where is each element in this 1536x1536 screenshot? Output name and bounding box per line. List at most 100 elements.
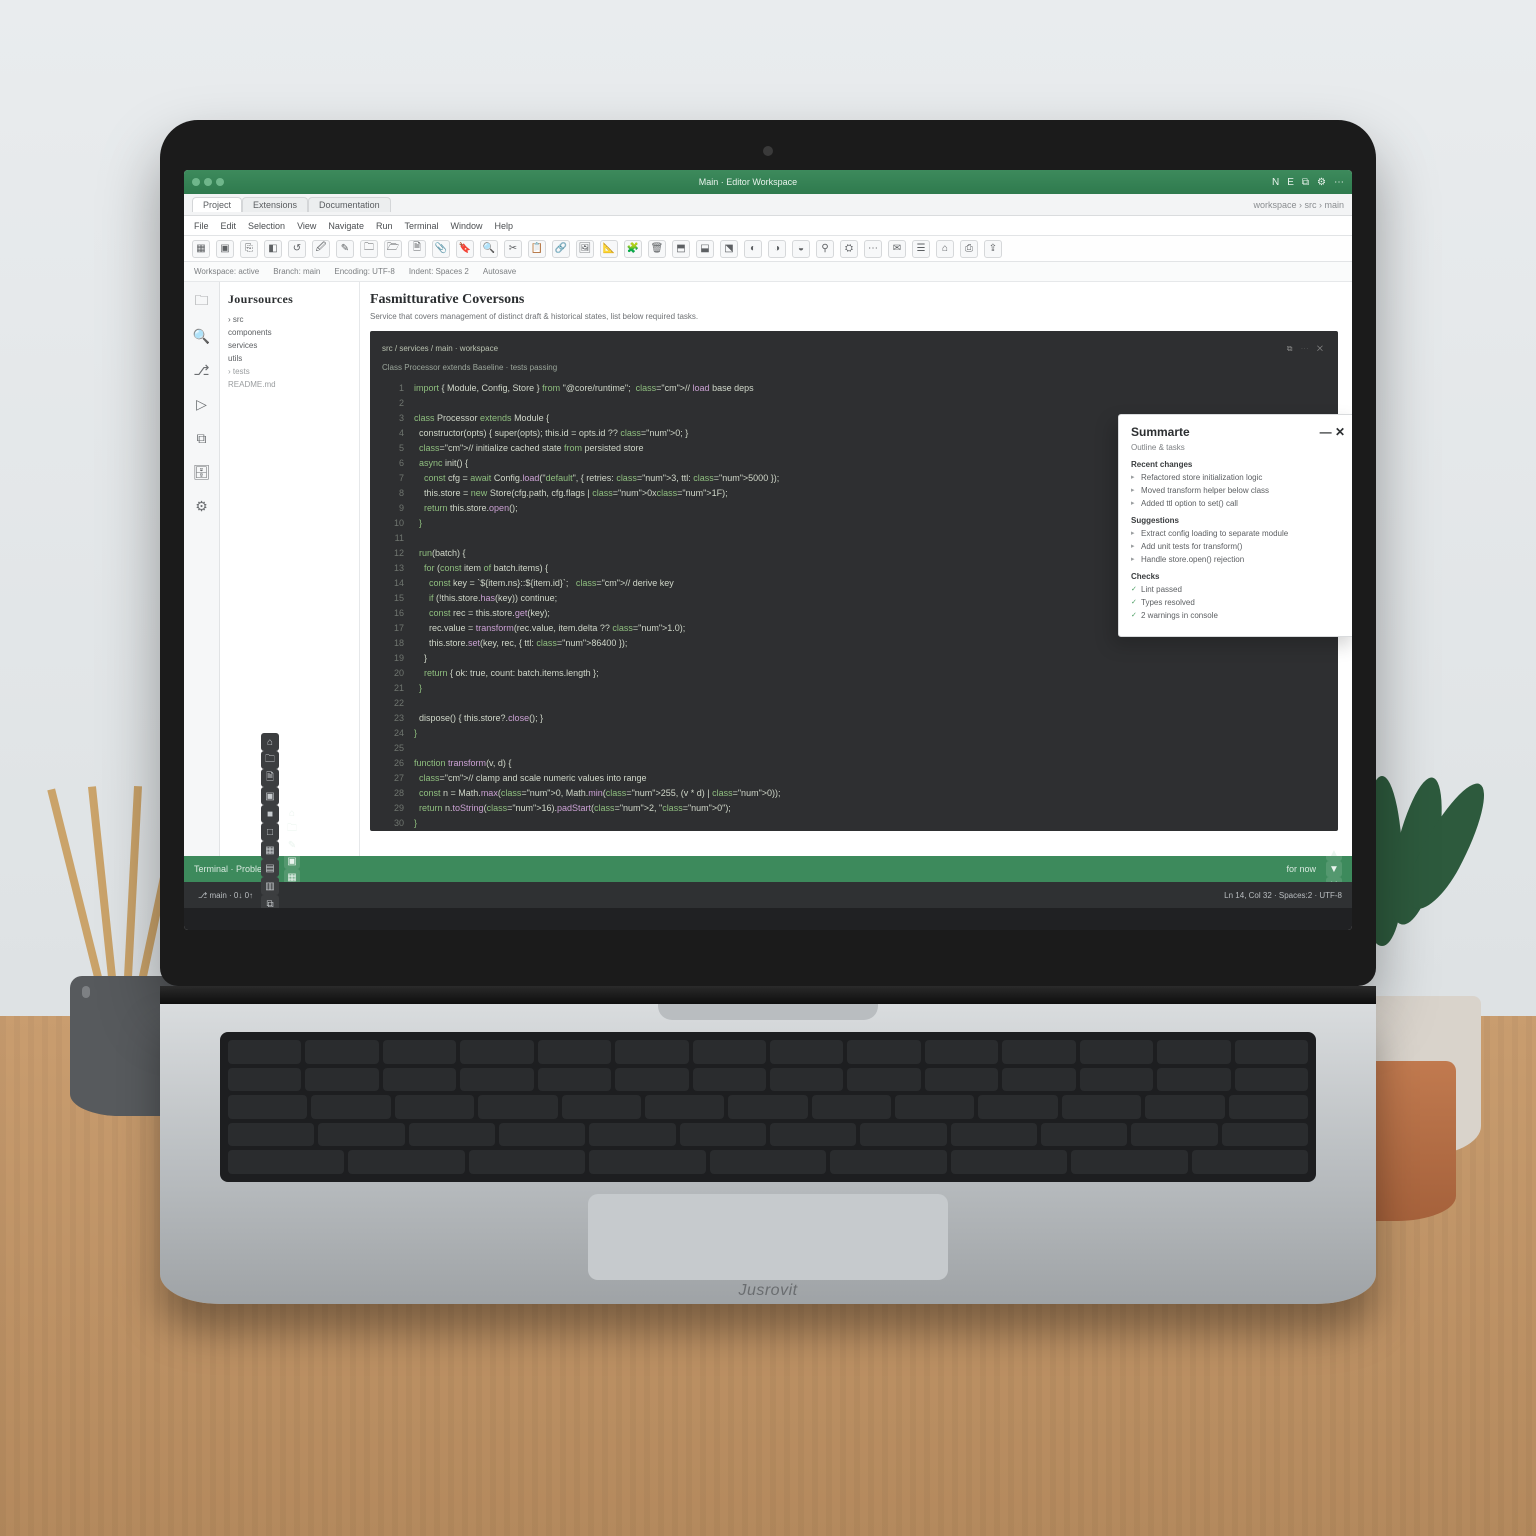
toolbar-button[interactable]: 🗎 bbox=[408, 240, 426, 258]
toolbar-button[interactable]: 🧩 bbox=[624, 240, 642, 258]
code-line[interactable]: 24} bbox=[382, 726, 1326, 741]
code-line[interactable]: 25 bbox=[382, 741, 1326, 756]
menu-view[interactable]: View bbox=[297, 221, 316, 231]
toolbar-button[interactable]: ⛭ bbox=[840, 240, 858, 258]
bottombar-icon[interactable]: ⌂ bbox=[261, 733, 279, 751]
code-line[interactable]: 21 } bbox=[382, 681, 1326, 696]
summary-item[interactable]: Added ttl option to set() call bbox=[1131, 497, 1345, 510]
breadcrumb[interactable]: workspace › src › main bbox=[1253, 200, 1344, 210]
titlebar-icon[interactable]: N bbox=[1272, 177, 1279, 188]
summary-close[interactable]: — ✕ bbox=[1320, 425, 1345, 439]
toolbar-button[interactable]: ⋯ bbox=[864, 240, 882, 258]
status-right-icon[interactable]: ▲ bbox=[1326, 845, 1342, 861]
explorer-panel[interactable]: Joursources › src components services ut… bbox=[220, 282, 360, 856]
code-line[interactable]: 20 return { ok: true, count: batch.items… bbox=[382, 666, 1326, 681]
window-controls[interactable] bbox=[192, 178, 224, 186]
summary-item[interactable]: Extract config loading to separate modul… bbox=[1131, 527, 1345, 540]
debug-icon[interactable]: ▷ bbox=[192, 394, 212, 414]
toolbar-button[interactable]: 📐 bbox=[600, 240, 618, 258]
toolbar-button[interactable]: ▣ bbox=[216, 240, 234, 258]
code-line[interactable]: 26function transform(v, d) { bbox=[382, 756, 1326, 771]
summary-item[interactable]: Handle store.open() rejection bbox=[1131, 553, 1345, 566]
status-icon[interactable]: ⌂ bbox=[284, 805, 300, 821]
summary-panel[interactable]: Summarte — ✕ Outline & tasks Recent chan… bbox=[1118, 414, 1352, 637]
bottombar-icon[interactable]: □ bbox=[261, 823, 279, 841]
menu-window[interactable]: Window bbox=[450, 221, 482, 231]
summary-item[interactable]: 2 warnings in console bbox=[1131, 609, 1345, 622]
summary-item[interactable]: Refactored store initialization logic bbox=[1131, 471, 1345, 484]
toolbar-button[interactable]: ✎ bbox=[336, 240, 354, 258]
editor-window-controls[interactable]: ⧉ ⋯ ✕ bbox=[1287, 341, 1326, 356]
toolbar-button[interactable]: ⎙ bbox=[960, 240, 978, 258]
toolbar-button[interactable]: 📋 bbox=[528, 240, 546, 258]
summary-item[interactable]: Add unit tests for transform() bbox=[1131, 540, 1345, 553]
code-line[interactable]: 18 this.store.set(key, rec, { ttl: class… bbox=[382, 636, 1326, 651]
menu-edit[interactable]: Edit bbox=[221, 221, 237, 231]
explorer-item[interactable]: components bbox=[228, 326, 351, 339]
toolbar-button[interactable]: 🔗 bbox=[552, 240, 570, 258]
menu-navigate[interactable]: Navigate bbox=[328, 221, 364, 231]
summary-item[interactable]: Lint passed bbox=[1131, 583, 1345, 596]
titlebar-icon[interactable]: ⚙ bbox=[1317, 177, 1326, 188]
menu-selection[interactable]: Selection bbox=[248, 221, 285, 231]
bottombar-icon[interactable]: ▦ bbox=[261, 841, 279, 859]
toolbar-button[interactable]: 🗁 bbox=[384, 240, 402, 258]
summary-item[interactable]: Moved transform helper below class bbox=[1131, 484, 1345, 497]
toolbar-button[interactable]: ⎘ bbox=[240, 240, 258, 258]
os-taskbar[interactable] bbox=[184, 908, 1352, 930]
subtool-item[interactable]: Encoding: UTF-8 bbox=[334, 267, 394, 276]
explorer-item[interactable]: README.md bbox=[228, 378, 351, 391]
toolbar-button[interactable]: ✉ bbox=[888, 240, 906, 258]
toolbar-button[interactable]: ◐ bbox=[744, 240, 762, 258]
menu-help[interactable]: Help bbox=[495, 221, 514, 231]
subtool-item[interactable]: Workspace: active bbox=[194, 267, 259, 276]
bottombar-icon[interactable]: ■ bbox=[261, 805, 279, 823]
status-icon[interactable]: ✎ bbox=[284, 837, 300, 853]
files-icon[interactable]: 🗀 bbox=[192, 292, 212, 312]
toolbar-button[interactable]: ⬒ bbox=[672, 240, 690, 258]
tab-documentation[interactable]: Documentation bbox=[308, 197, 391, 212]
status-right-icon[interactable]: ▼ bbox=[1326, 861, 1342, 877]
status-icon[interactable]: ▣ bbox=[284, 853, 300, 869]
toolbar-button[interactable]: ⬓ bbox=[696, 240, 714, 258]
bottombar-icon[interactable]: 🗎 bbox=[261, 769, 279, 787]
code-line[interactable]: 1import { Module, Config, Store } from "… bbox=[382, 381, 1326, 396]
titlebar-icon[interactable]: ⋯ bbox=[1334, 177, 1344, 188]
bottombar-icon[interactable]: ▣ bbox=[261, 787, 279, 805]
menu-run[interactable]: Run bbox=[376, 221, 393, 231]
toolbar-button[interactable]: ↺ bbox=[288, 240, 306, 258]
subtool-item[interactable]: Branch: main bbox=[273, 267, 320, 276]
toolbar-button[interactable]: 📎 bbox=[432, 240, 450, 258]
subtool-item[interactable]: Indent: Spaces 2 bbox=[409, 267, 469, 276]
search-icon[interactable]: 🔍 bbox=[192, 326, 212, 346]
toolbar-button[interactable]: 🗀 bbox=[360, 240, 378, 258]
toolbar-button[interactable]: ◒ bbox=[792, 240, 810, 258]
toolbar-button[interactable]: ⌂ bbox=[936, 240, 954, 258]
toolbar-button[interactable]: ✂ bbox=[504, 240, 522, 258]
cursor-position[interactable]: Ln 14, Col 32 · Spaces:2 · UTF-8 bbox=[1224, 891, 1342, 900]
summary-item[interactable]: Types resolved bbox=[1131, 596, 1345, 609]
titlebar-icon[interactable]: E bbox=[1287, 177, 1294, 188]
settings-icon[interactable]: ⚙ bbox=[192, 496, 212, 516]
code-line[interactable]: 30} bbox=[382, 816, 1326, 831]
status-icon[interactable]: 🗀 bbox=[284, 821, 300, 837]
toolbar-button[interactable]: ◑ bbox=[768, 240, 786, 258]
code-line[interactable]: 2 bbox=[382, 396, 1326, 411]
toolbar-button[interactable]: ☰ bbox=[912, 240, 930, 258]
menu-file[interactable]: File bbox=[194, 221, 209, 231]
explorer-item[interactable]: › src bbox=[228, 313, 351, 326]
explorer-item[interactable]: services bbox=[228, 339, 351, 352]
explorer-item[interactable]: › tests bbox=[228, 365, 351, 378]
toolbar-button[interactable]: 🖉 bbox=[312, 240, 330, 258]
code-line[interactable]: 22 bbox=[382, 696, 1326, 711]
toolbar-button[interactable]: ⚲ bbox=[816, 240, 834, 258]
toolbar-button[interactable]: 🔖 bbox=[456, 240, 474, 258]
menu-terminal[interactable]: Terminal bbox=[404, 221, 438, 231]
toolbar-button[interactable]: ⬔ bbox=[720, 240, 738, 258]
code-line[interactable]: 23 dispose() { this.store?.close(); } bbox=[382, 711, 1326, 726]
toolbar-button[interactable]: 🗑 bbox=[648, 240, 666, 258]
subtool-item[interactable]: Autosave bbox=[483, 267, 516, 276]
branch-indicator[interactable]: ⎇ main · 0↓ 0↑ bbox=[198, 891, 253, 900]
toolbar-button[interactable]: ▦ bbox=[192, 240, 210, 258]
source-control-icon[interactable]: ⎇ bbox=[192, 360, 212, 380]
